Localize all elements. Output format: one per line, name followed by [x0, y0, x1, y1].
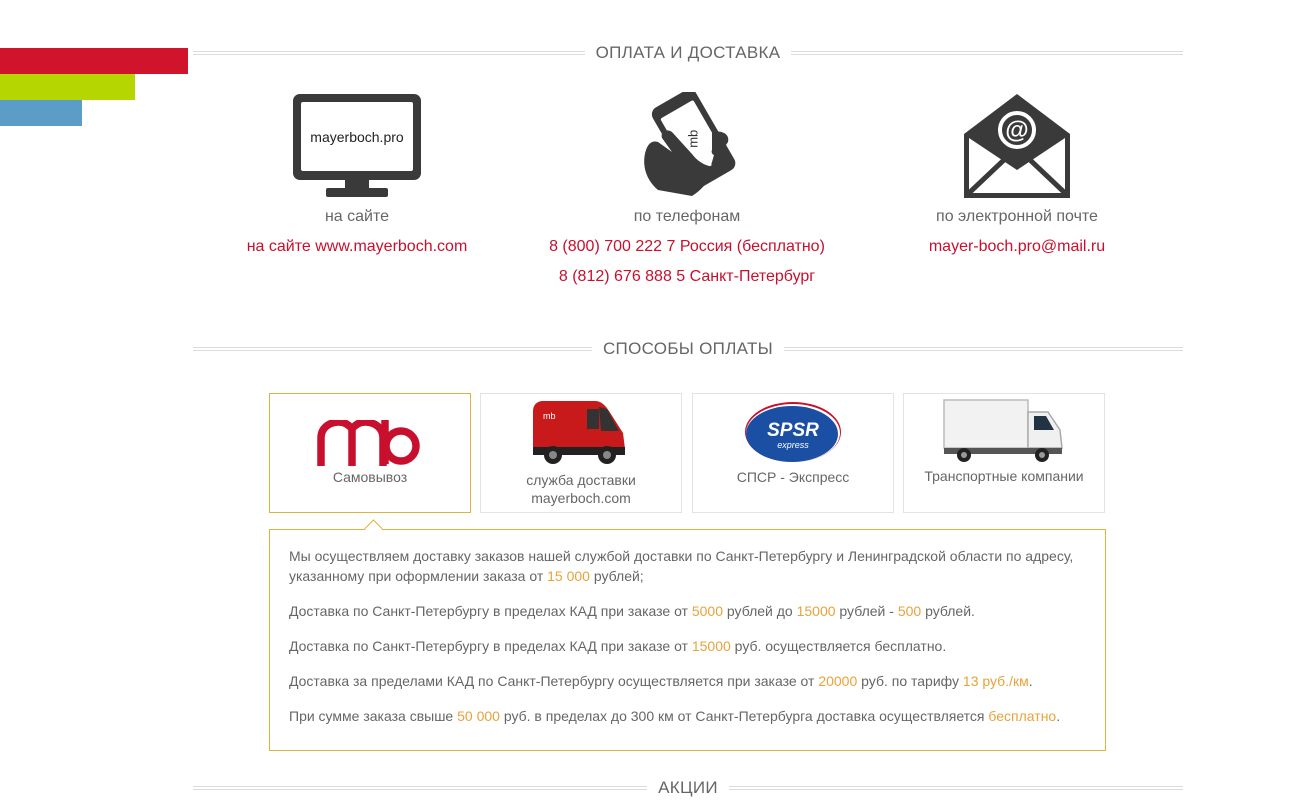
text-segment: При сумме заказа свыше: [289, 708, 458, 724]
amount-highlight: 15000: [691, 638, 731, 654]
section-heading-payment-methods: СПОСОБЫ ОПЛАТЫ: [193, 337, 1183, 361]
svg-text:mb: mb: [543, 411, 556, 421]
amount-highlight: бесплатно: [988, 708, 1057, 724]
amount-highlight: 13 руб./км: [962, 673, 1029, 689]
heading-rule-right: [784, 347, 1183, 351]
amount-highlight: 50 000: [457, 708, 500, 724]
phone-hand-icon: mb: [527, 92, 847, 200]
heading-rule-left: [193, 786, 648, 790]
text-segment: .: [1056, 708, 1061, 724]
delivery-info-paragraph: Мы осуществляем доставку заказов нашей с…: [289, 546, 1086, 586]
spsr-logo: SPSR express: [743, 398, 843, 469]
text-segment: рублей до: [723, 603, 797, 619]
contact-email: @ по электронной почте mayer-boch.pro@ma…: [857, 92, 1177, 262]
amount-highlight: 15000: [796, 603, 836, 619]
svg-text:@: @: [1005, 117, 1028, 144]
pay-card-spsr[interactable]: SPSR express СПСР - Экспресс: [692, 393, 894, 513]
contact-site: mayerboch.pro на сайте на сайте www.maye…: [197, 92, 517, 262]
contact-email-label: по электронной почте: [936, 208, 1098, 225]
envelope-icon: @: [857, 92, 1177, 200]
delivery-info-paragraph: Доставка за пределами КАД по Санкт-Петер…: [289, 671, 1086, 691]
amount-highlight: 5000: [691, 603, 724, 619]
pay-card-pickup[interactable]: Самовывоз: [269, 393, 471, 513]
decor-stripe-red: [0, 48, 188, 74]
contact-site-link[interactable]: на сайте www.mayerboch.com: [197, 232, 517, 262]
text-segment: руб. по тарифу: [857, 673, 963, 689]
text-segment: руб. в пределах до 300 км от Санкт-Петер…: [499, 708, 989, 724]
pay-card-label: СПСР - Экспресс: [736, 469, 850, 485]
delivery-info-paragraph: При сумме заказа свыше 50 000 руб. в пре…: [289, 706, 1086, 726]
spsr-logo-subtext: express: [777, 440, 809, 450]
decor-stripe-green: [0, 74, 135, 100]
heading-rule-left: [193, 347, 592, 351]
heading-title: ОПЛАТА И ДОСТАВКА: [595, 43, 781, 62]
heading-rule-left: [193, 51, 585, 55]
section-heading-payment-delivery: ОПЛАТА И ДОСТАВКА: [193, 41, 1184, 65]
delivery-info-box: Мы осуществляем доставку заказов нашей с…: [269, 529, 1106, 751]
heading-title: СПОСОБЫ ОПЛАТЫ: [602, 339, 774, 358]
amount-highlight: 20000: [818, 673, 858, 689]
text-segment: Мы осуществляем доставку заказов нашей с…: [289, 548, 1074, 584]
pay-card-transport[interactable]: Транспортные компании: [903, 393, 1105, 513]
truck-icon: [942, 398, 1066, 469]
text-segment: Доставка по Санкт-Петербургу в пределах …: [289, 603, 692, 619]
pay-card-label: Транспортные компании: [924, 468, 1084, 484]
text-segment: Доставка за пределами КАД по Санкт-Петер…: [289, 673, 819, 689]
monitor-screen-text: mayerboch.pro: [310, 129, 404, 145]
red-van-icon: mb: [529, 397, 629, 472]
delivery-info-paragraph: Доставка по Санкт-Петербургу в пределах …: [289, 601, 1086, 621]
mb-logo: [317, 418, 423, 471]
section-heading-promotions: АКЦИИ: [193, 776, 1184, 800]
contact-phone-spb[interactable]: 8 (812) 676 888 5 Санкт-Петербург: [527, 262, 847, 292]
heading-title: АКЦИИ: [658, 778, 718, 797]
contact-site-label: на сайте: [324, 208, 390, 225]
amount-highlight: 500: [897, 603, 922, 619]
heading-rule-right: [791, 51, 1184, 55]
delivery-info-paragraph: Доставка по Санкт-Петербургу в пределах …: [289, 636, 1086, 656]
text-segment: рублей -: [835, 603, 898, 619]
text-segment: Доставка по Санкт-Петербургу в пределах …: [289, 638, 692, 654]
pay-card-label: Самовывоз: [332, 469, 408, 485]
heading-rule-right: [728, 786, 1184, 790]
monitor-icon: mayerboch.pro: [197, 92, 517, 200]
contact-phone-label: по телефонам: [633, 208, 741, 225]
svg-text:mb: mb: [686, 130, 701, 148]
contact-phone: mb по телефонам 8 (800) 700 222 7 Россия…: [527, 92, 847, 292]
spsr-logo-text: SPSR: [767, 420, 819, 441]
amount-highlight: 15 000: [547, 568, 590, 584]
text-segment: .: [1028, 673, 1033, 689]
text-segment: руб. осуществляется бесплатно.: [730, 638, 947, 654]
text-segment: рублей;: [589, 568, 644, 584]
contact-email-link[interactable]: mayer-boch.pro@mail.ru: [857, 232, 1177, 262]
decor-stripe-blue: [0, 100, 82, 126]
contact-phone-russia[interactable]: 8 (800) 700 222 7 Россия (бесплатно): [527, 232, 847, 262]
text-segment: рублей.: [921, 603, 975, 619]
pay-card-own-delivery[interactable]: mb служба доставки mayerboch.com: [480, 393, 682, 513]
pay-card-label: служба доставки mayerboch.com: [526, 472, 636, 506]
